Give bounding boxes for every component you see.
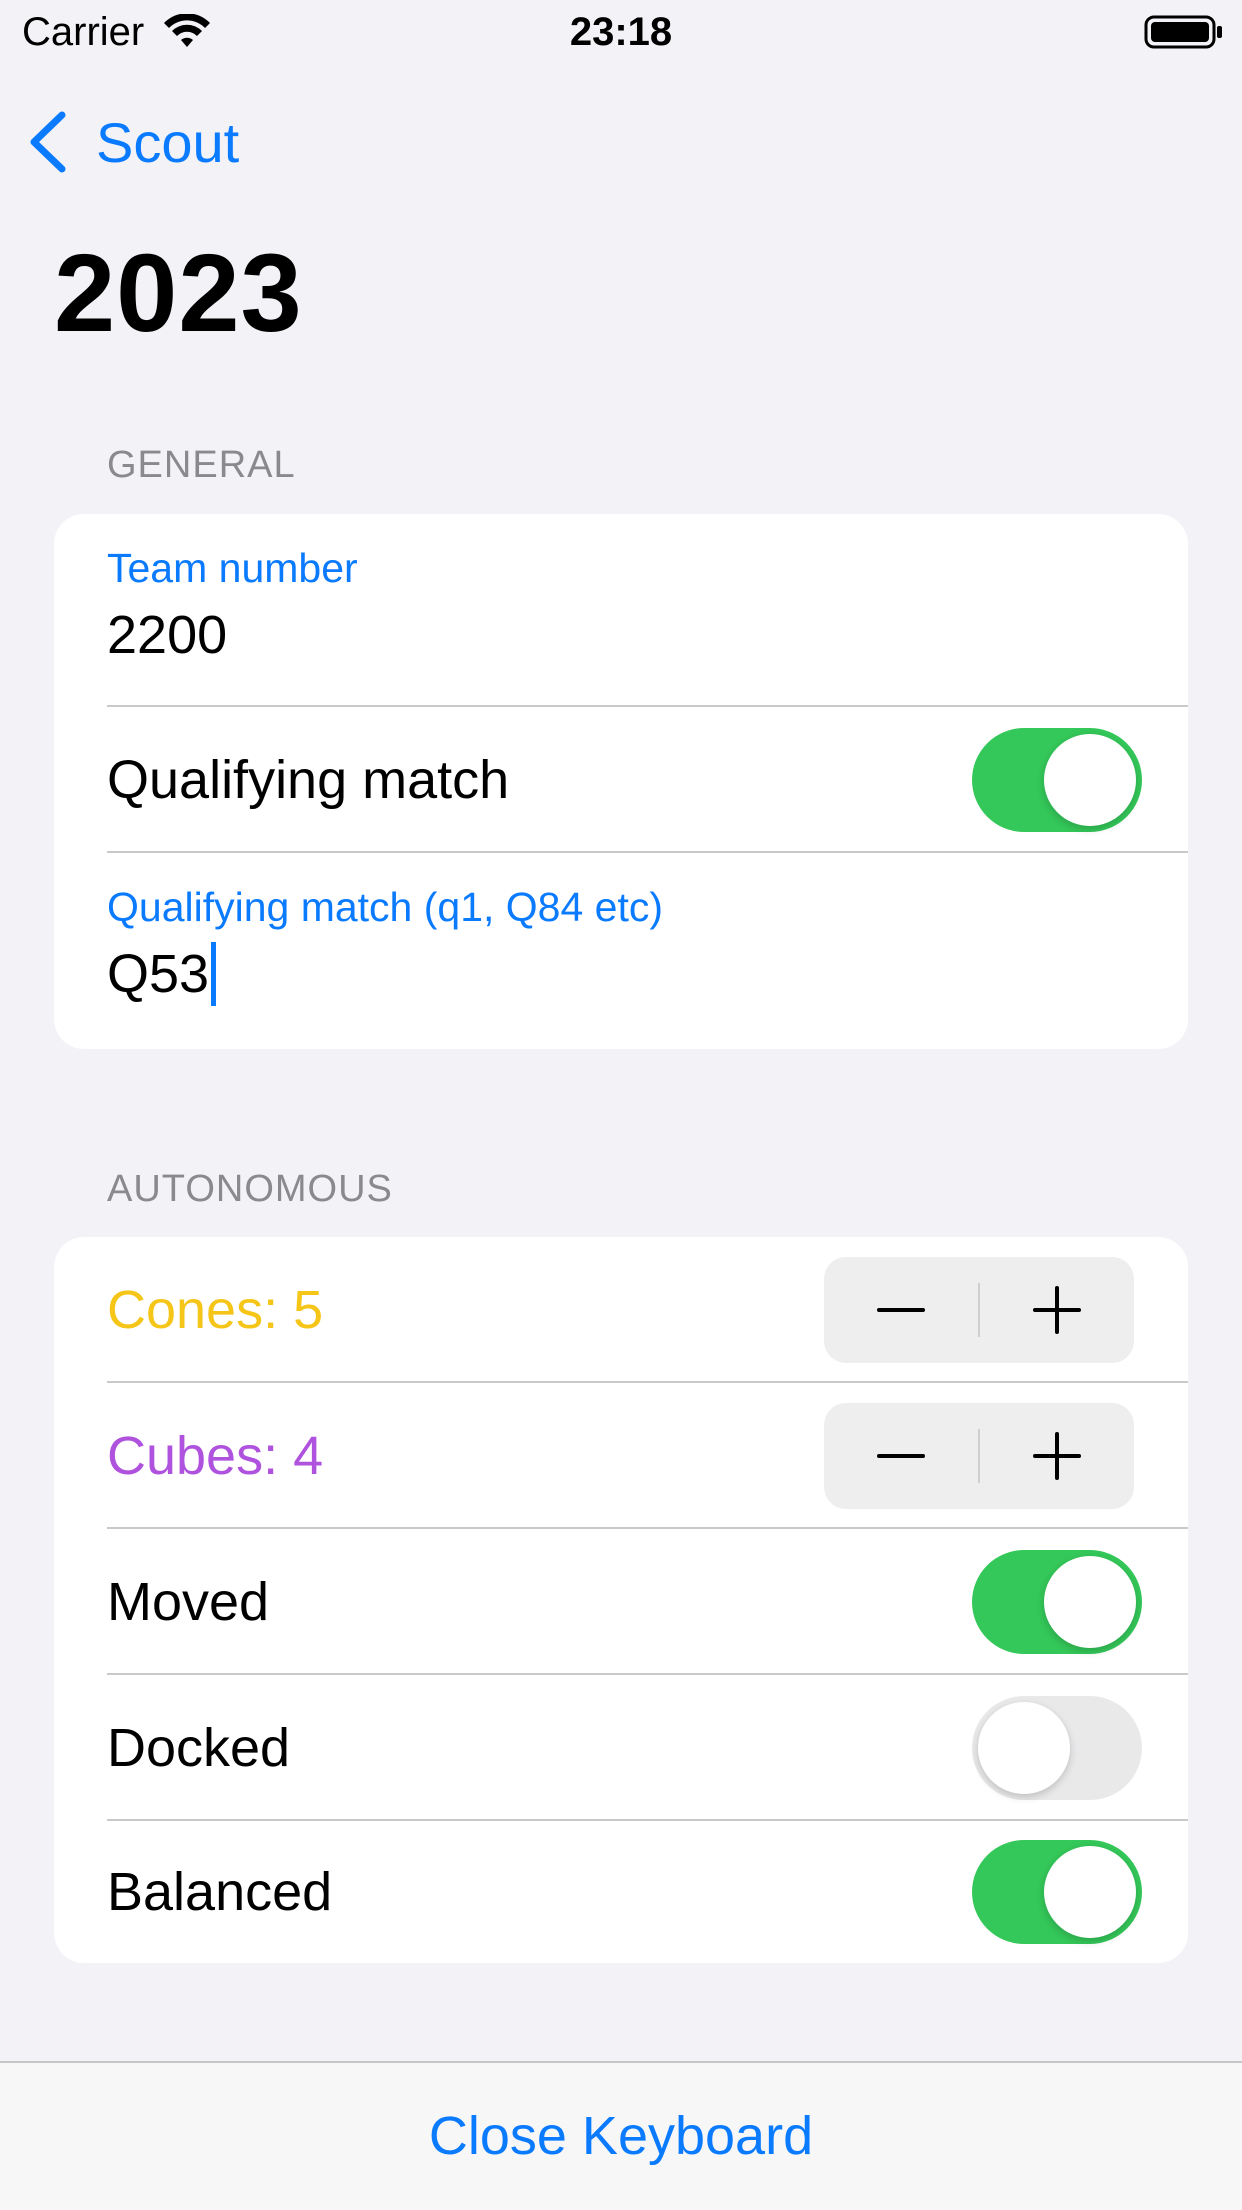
- qualifying-match-field[interactable]: Q53: [107, 941, 217, 1010]
- close-keyboard-button[interactable]: Close Keyboard: [0, 2105, 1242, 2167]
- team-number-field[interactable]: 2200: [107, 604, 227, 666]
- team-number-caption: Team number: [107, 545, 358, 591]
- toggle-knob: [1044, 1556, 1136, 1648]
- toggle-knob: [1044, 1846, 1136, 1938]
- cubes-label: Cubes: 4: [107, 1426, 324, 1486]
- moved-label: Moved: [107, 1572, 270, 1632]
- cones-label: Cones: 5: [107, 1280, 324, 1340]
- cubes-stepper: [824, 1403, 1134, 1509]
- clock: 23:18: [569, 10, 673, 54]
- minus-icon: [877, 1308, 925, 1312]
- cubes-decrement-button[interactable]: [824, 1403, 978, 1509]
- qualifying-match-caption: Qualifying match (q1, Q84 etc): [107, 884, 664, 930]
- keyboard-toolbar: Close Keyboard: [0, 2061, 1242, 2210]
- cubes-row: Cubes: 4: [54, 1383, 1188, 1529]
- balanced-row: Balanced: [54, 1821, 1188, 1963]
- moved-row: Moved: [54, 1529, 1188, 1675]
- autonomous-card: Cones: 5 Cubes: 4 Moved Docked Balanced: [54, 1237, 1188, 1963]
- battery-icon: [1144, 15, 1222, 49]
- plus-icon: [1033, 1432, 1081, 1480]
- docked-row: Docked: [54, 1675, 1188, 1821]
- text-cursor: [211, 941, 217, 1006]
- qualifying-match-toggle-row: Qualifying match: [54, 707, 1188, 853]
- qualifying-match-label: Qualifying match: [107, 750, 510, 810]
- minus-icon: [877, 1454, 925, 1458]
- general-card: Team number 2200 Qualifying match Qualif…: [54, 514, 1188, 1049]
- cones-increment-button[interactable]: [980, 1257, 1134, 1363]
- status-bar: Carrier 23:18: [0, 0, 1242, 66]
- balanced-label: Balanced: [107, 1862, 333, 1922]
- section-header-autonomous: AUTONOMOUS: [107, 1168, 393, 1210]
- docked-toggle[interactable]: [972, 1696, 1142, 1800]
- qualifying-match-field-row: Qualifying match (q1, Q84 etc) Q53: [54, 853, 1188, 1049]
- toggle-knob: [978, 1702, 1070, 1794]
- cones-decrement-button[interactable]: [824, 1257, 978, 1363]
- plus-icon: [1033, 1286, 1081, 1334]
- docked-label: Docked: [107, 1718, 291, 1778]
- page-title: 2023: [54, 232, 303, 355]
- cones-row: Cones: 5: [54, 1237, 1188, 1383]
- cubes-increment-button[interactable]: [980, 1403, 1134, 1509]
- chevron-left-icon: [30, 111, 66, 173]
- section-header-general: GENERAL: [107, 444, 296, 486]
- qualifying-match-value: Q53: [107, 944, 210, 1004]
- balanced-toggle[interactable]: [972, 1840, 1142, 1944]
- moved-toggle[interactable]: [972, 1550, 1142, 1654]
- qualifying-match-toggle[interactable]: [972, 728, 1142, 832]
- back-button[interactable]: Scout: [26, 100, 239, 184]
- toggle-knob: [1044, 734, 1136, 826]
- team-number-row: Team number 2200: [54, 514, 1188, 707]
- cones-stepper: [824, 1257, 1134, 1363]
- back-button-label: Scout: [96, 110, 240, 174]
